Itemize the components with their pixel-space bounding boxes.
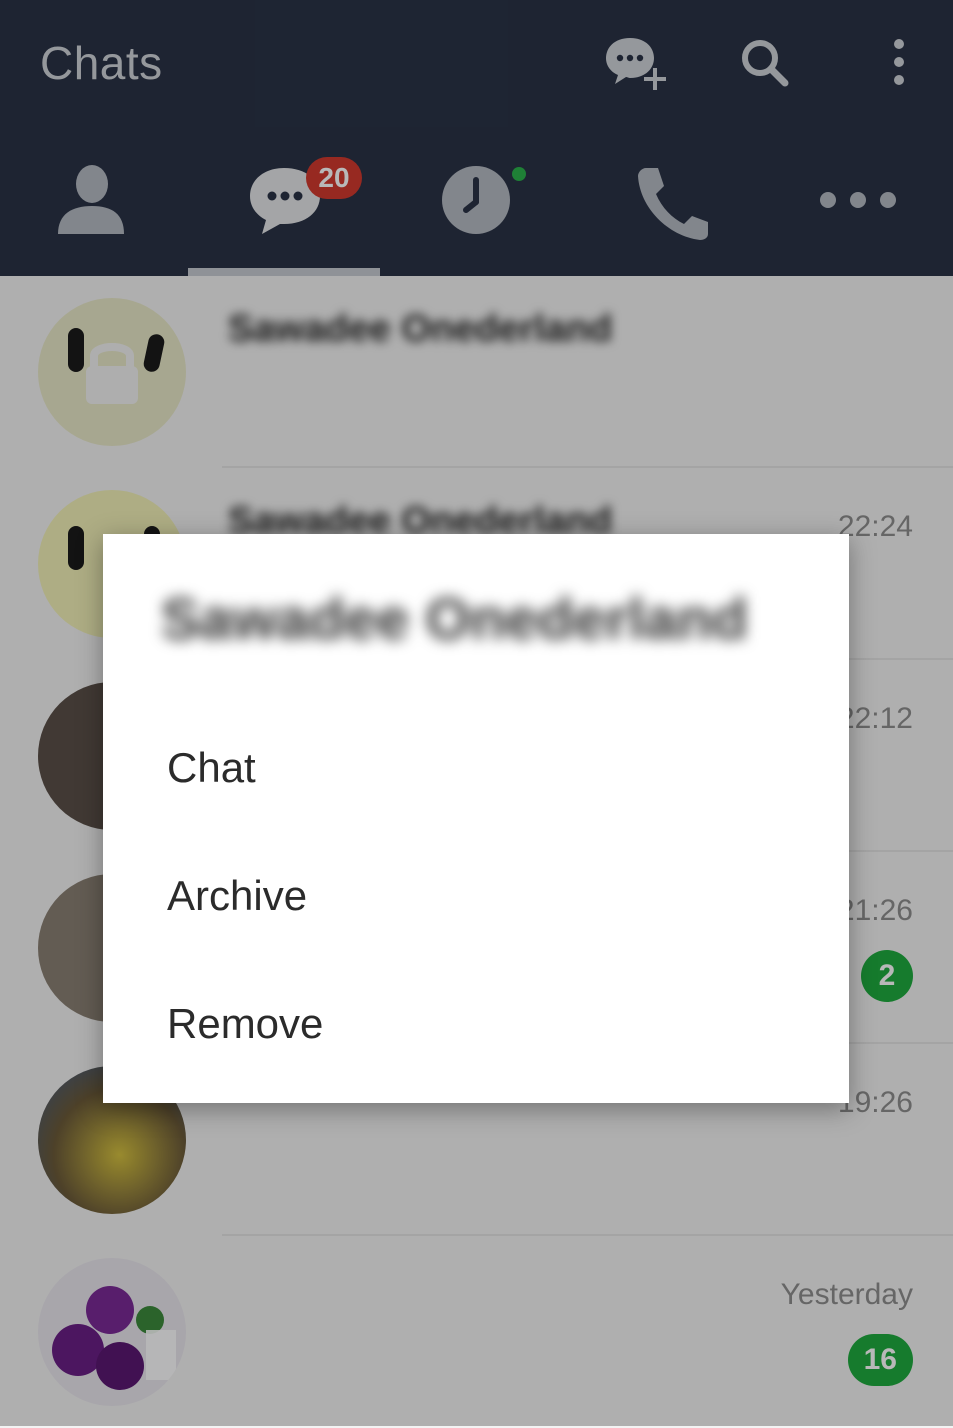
archive-option[interactable]: Archive: [103, 834, 849, 962]
chat-option-label: Chat: [167, 744, 256, 791]
chat-option[interactable]: Chat: [103, 706, 849, 834]
dialog-title: Sawadee Onederland: [161, 587, 748, 652]
archive-option-label: Archive: [167, 872, 308, 919]
remove-option[interactable]: Remove: [103, 962, 849, 1090]
remove-option-label: Remove: [167, 1000, 324, 1047]
chat-options-dialog: Sawadee Onederland Chat Archive Remove: [103, 534, 849, 1103]
